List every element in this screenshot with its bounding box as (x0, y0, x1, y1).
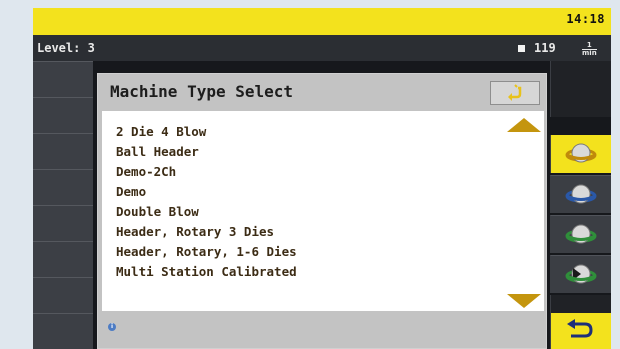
level-indicator: Level: 3 (37, 41, 95, 55)
list-item[interactable]: Demo (116, 182, 297, 202)
dialog-back-button[interactable] (490, 81, 540, 105)
level-value: 3 (87, 41, 95, 55)
stop-square-icon (518, 45, 525, 52)
ring-view-4-button[interactable] (550, 255, 611, 293)
clock: 14:18 (566, 12, 605, 26)
list-item[interactable]: Multi Station Calibrated (116, 262, 297, 282)
machine-type-dialog: Machine Type Select 2 Die 4 Blow Ball He… (97, 73, 547, 349)
left-softkey-8[interactable] (33, 313, 93, 349)
rpm-unit-denominator: min (582, 49, 597, 57)
scroll-down-arrow-icon[interactable] (507, 294, 541, 308)
right-blank-key (550, 61, 611, 117)
list-item[interactable]: Ball Header (116, 142, 297, 162)
machine-type-list: 2 Die 4 Blow Ball Header Demo-2Ch Demo D… (116, 122, 297, 282)
level-label: Level: (37, 41, 81, 55)
status-bar: Level: 3 119 1 min (33, 35, 611, 61)
ring-view-1-button[interactable] (550, 135, 611, 173)
left-softkey-1[interactable] (33, 61, 93, 97)
left-softkey-7[interactable] (33, 277, 93, 313)
left-softkey-2[interactable] (33, 97, 93, 133)
machine-list-area[interactable]: 2 Die 4 Blow Ball Header Demo-2Ch Demo D… (102, 111, 544, 311)
list-item[interactable]: Demo-2Ch (116, 162, 297, 182)
left-softkey-panel (33, 61, 93, 349)
right-softkey-panel (550, 61, 611, 349)
top-bar: 14:18 (33, 8, 611, 35)
return-arrow-icon (508, 84, 522, 101)
right-spacer (550, 295, 611, 313)
list-item[interactable]: Double Blow (116, 202, 297, 222)
left-softkey-4[interactable] (33, 169, 93, 205)
ring-view-4-icon (565, 264, 597, 284)
info-icon[interactable]: i (108, 323, 116, 331)
ring-view-3-button[interactable] (550, 215, 611, 253)
scroll-up-arrow-icon[interactable] (507, 118, 541, 132)
rpm-unit: 1 min (582, 42, 597, 57)
list-item[interactable]: Header, Rotary, 1-6 Dies (116, 242, 297, 262)
ring-view-1-icon (565, 143, 597, 163)
ring-view-3-icon (565, 224, 597, 244)
rpm-value: 119 (534, 41, 556, 55)
left-softkey-6[interactable] (33, 241, 93, 277)
left-softkey-5[interactable] (33, 205, 93, 241)
list-item[interactable]: Header, Rotary 3 Dies (116, 222, 297, 242)
dialog-title: Machine Type Select (110, 82, 294, 101)
ring-view-2-button[interactable] (550, 175, 611, 213)
list-item[interactable]: 2 Die 4 Blow (116, 122, 297, 142)
return-button[interactable] (550, 313, 611, 349)
ring-view-2-icon (565, 184, 597, 204)
hmi-screen: 14:18 Level: 3 119 1 min Machine Type Se… (33, 8, 611, 349)
left-softkey-3[interactable] (33, 133, 93, 169)
return-icon (567, 319, 593, 338)
